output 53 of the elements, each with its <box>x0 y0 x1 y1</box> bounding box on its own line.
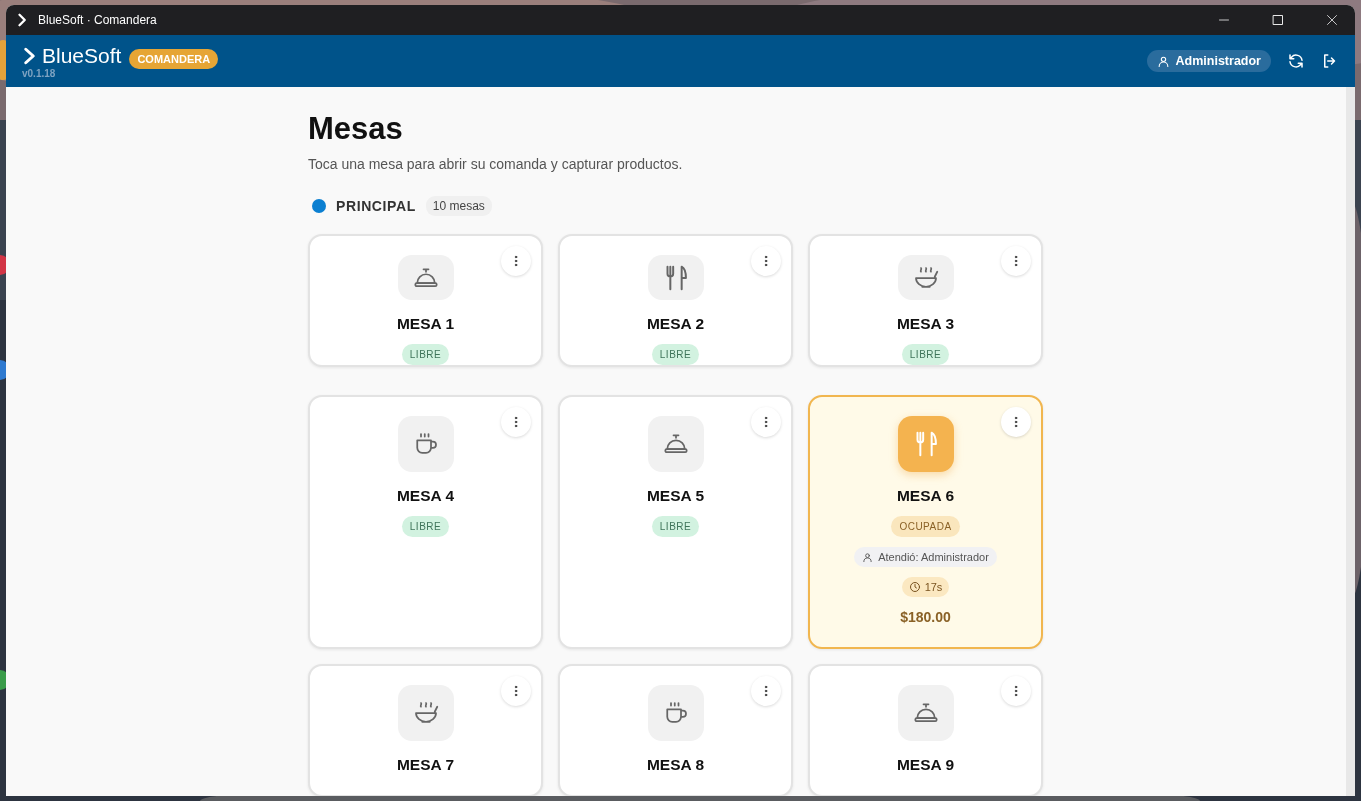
more-options-button[interactable] <box>501 676 531 706</box>
table-name: MESA 1 <box>396 315 455 333</box>
refresh-icon <box>1287 52 1305 70</box>
more-options-button[interactable] <box>1001 407 1031 437</box>
table-name: MESA 3 <box>896 315 955 333</box>
person-icon <box>862 551 874 563</box>
table-card[interactable]: MESA 3 LIBRE <box>808 234 1043 367</box>
table-name: MESA 6 <box>896 487 955 505</box>
version-label: v0.1.18 <box>22 67 57 79</box>
more-options-button[interactable] <box>501 407 531 437</box>
table-card[interactable]: MESA 2 LIBRE <box>558 234 793 367</box>
table-name: MESA 4 <box>396 487 455 505</box>
status-badge: LIBRE <box>901 344 950 365</box>
table-name: MESA 7 <box>396 756 455 774</box>
table-name: MESA 2 <box>646 315 705 333</box>
table-count: 10 mesas <box>425 196 492 216</box>
page-subtitle: Toca una mesa para abrir su comanda y capturar productos. <box>308 156 684 172</box>
refresh-button[interactable] <box>1287 52 1305 70</box>
close-icon <box>1326 14 1338 26</box>
more-options-button[interactable] <box>751 407 781 437</box>
clock-icon <box>908 581 921 593</box>
page-title: Mesas <box>308 111 404 147</box>
table-name: MESA 5 <box>646 487 705 505</box>
more-options-button[interactable] <box>501 246 531 276</box>
user-button[interactable]: Administrador <box>1146 50 1271 72</box>
table-card[interactable]: MESA 9 <box>808 664 1043 796</box>
table-card[interactable]: MESA 4 LIBRE <box>308 395 543 649</box>
more-options-button[interactable] <box>751 676 781 706</box>
status-badge: LIBRE <box>401 344 450 365</box>
table-name: MESA 9 <box>896 756 955 774</box>
person-icon <box>1156 54 1170 68</box>
status-badge: LIBRE <box>651 344 700 365</box>
mode-badge: COMANDERA <box>129 49 219 69</box>
logo-text: BlueSoft <box>42 43 122 68</box>
table-card[interactable]: MESA 1 LIBRE <box>308 234 543 367</box>
table-card[interactable]: MESA 5 LIBRE <box>558 395 793 649</box>
window-title: BlueSoft · Comandera <box>38 13 158 27</box>
maximize-icon <box>1272 14 1284 26</box>
status-badge: LIBRE <box>401 516 450 537</box>
more-options-button[interactable] <box>751 246 781 276</box>
status-badge: OCUPADA <box>891 516 960 537</box>
table-card[interactable]: MESA 6 OCUPADA Atendió: Administrador 17s $180.00 <box>808 395 1043 649</box>
section-name: PRINCIPAL <box>336 198 416 214</box>
more-options-button[interactable] <box>1001 676 1031 706</box>
table-name: MESA 8 <box>646 756 705 774</box>
status-badge: LIBRE <box>651 516 700 537</box>
table-card[interactable]: MESA 7 <box>308 664 543 796</box>
elapsed-time: 17s <box>924 581 943 593</box>
scrollbar[interactable] <box>1346 87 1355 796</box>
more-options-button[interactable] <box>1001 246 1031 276</box>
table-card[interactable]: MESA 8 <box>558 664 793 796</box>
waiter-label: Atendió: Administrador <box>878 551 989 563</box>
table-total: $180.00 <box>900 609 951 625</box>
